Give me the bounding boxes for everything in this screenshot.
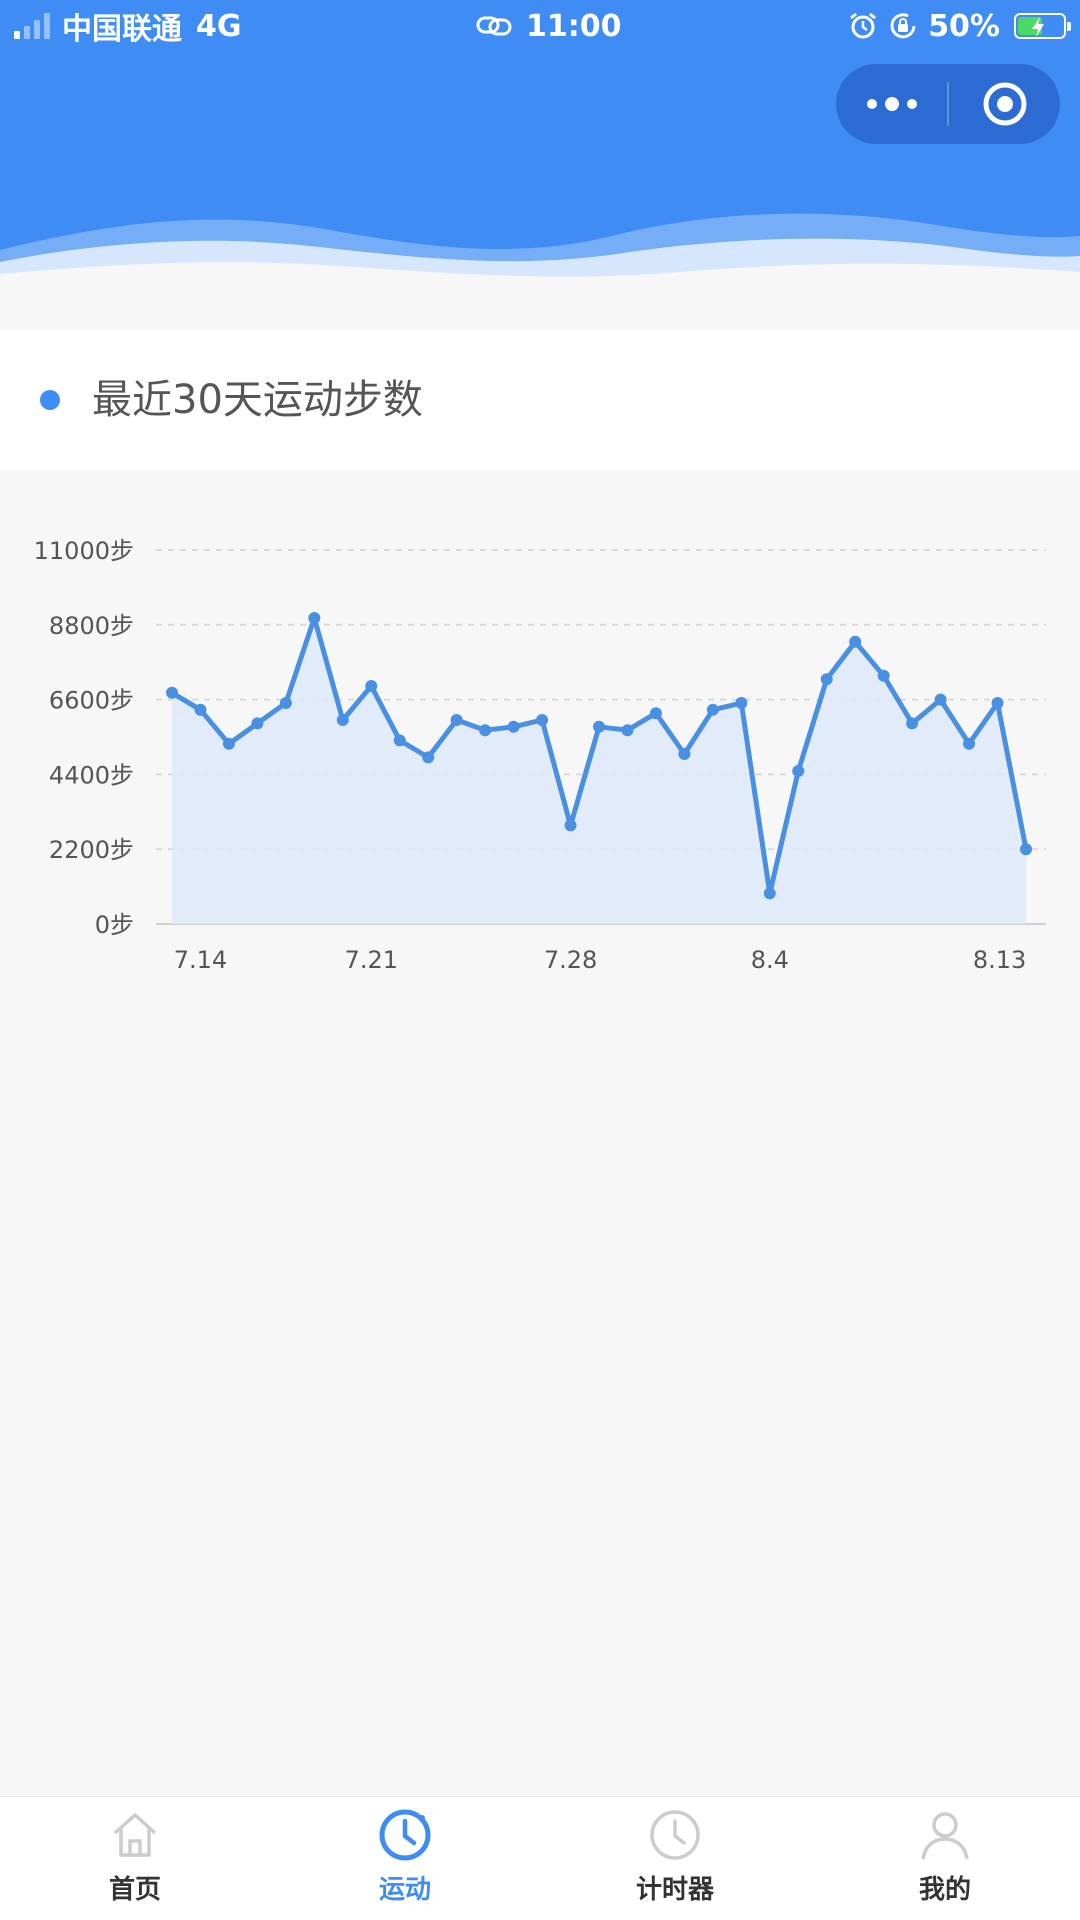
tab-home[interactable]: 首页	[0, 1797, 270, 1920]
tab-label: 运动	[378, 1875, 431, 1905]
x-tick-label: 7.14	[174, 946, 227, 974]
status-bar-right: 50%	[848, 8, 1071, 44]
data-point	[649, 707, 662, 720]
x-tick-label: 7.21	[345, 946, 398, 974]
steps-chart-svg: 0步 2200步 4400步 6600步 8800步 11000步 7.14 7.21 7.28…	[34, 537, 1046, 974]
app-root: 中国联通 4G 11:00 50% 最近30天运动步数 0步 2200步 440…	[0, 0, 1080, 1920]
tab-sport[interactable]: 运动	[270, 1797, 540, 1920]
mini-program-capsule	[836, 64, 1060, 144]
y-tick-label: 6600步	[49, 687, 134, 715]
data-point	[735, 697, 748, 709]
data-point	[934, 693, 947, 706]
home-icon	[113, 1813, 157, 1857]
data-point	[763, 887, 776, 900]
data-point	[336, 714, 349, 726]
data-point	[906, 717, 919, 730]
close-button[interactable]	[949, 64, 1060, 144]
header-banner: 中国联通 4G 11:00 50%	[0, 0, 1080, 330]
data-point	[393, 734, 406, 747]
y-tick-label: 8800步	[49, 612, 134, 640]
data-point	[678, 748, 691, 760]
tab-label: 首页	[108, 1875, 161, 1905]
wave-decoration	[0, 213, 1080, 330]
x-tick-label: 7.28	[544, 946, 597, 974]
data-point	[849, 635, 862, 648]
signal-strength-icon	[14, 13, 50, 39]
data-point	[706, 703, 719, 716]
clock-icon	[379, 1809, 431, 1861]
data-point	[1020, 843, 1032, 856]
data-point	[365, 680, 378, 692]
data-point	[222, 737, 235, 750]
data-point	[279, 697, 292, 709]
network-type: 4G	[196, 8, 242, 44]
x-tick-label: 8.13	[973, 946, 1026, 974]
data-point	[877, 669, 890, 682]
link-icon	[476, 16, 512, 36]
tab-timer[interactable]: 计时器	[540, 1797, 810, 1920]
status-bar-left: 中国联通 4G	[14, 8, 242, 47]
timer-icon	[650, 1810, 700, 1860]
more-dots-icon	[866, 97, 917, 111]
battery-percent: 50%	[928, 8, 1000, 44]
data-point	[593, 720, 605, 733]
rotation-lock-icon	[890, 13, 916, 39]
status-bar-center: 11:00	[476, 8, 622, 44]
y-tick-label: 2200步	[49, 836, 134, 864]
x-tick-label: 8.4	[751, 946, 789, 974]
data-point	[963, 737, 976, 750]
tab-profile[interactable]: 我的	[810, 1797, 1080, 1920]
y-tick-label: 0步	[95, 911, 134, 939]
tab-label: 计时器	[635, 1875, 714, 1905]
data-point	[479, 724, 492, 737]
data-point	[166, 686, 178, 699]
carrier-name: 中国联通	[62, 12, 182, 47]
y-tick-label: 11000步	[34, 537, 134, 565]
battery-icon	[1014, 13, 1071, 39]
data-point	[792, 765, 805, 777]
status-bar: 中国联通 4G 11:00 50%	[0, 0, 1080, 52]
more-button[interactable]	[836, 64, 947, 144]
data-point	[564, 819, 577, 832]
status-time: 11:00	[526, 8, 622, 44]
data-point	[991, 697, 1004, 709]
section-title: 最近30天运动步数	[92, 377, 423, 423]
section-dot-icon	[40, 390, 60, 410]
user-icon	[921, 1812, 969, 1860]
tab-label: 我的	[918, 1875, 971, 1905]
data-point	[450, 714, 463, 726]
section-header: 最近30天运动步数	[0, 330, 1080, 470]
data-point	[194, 703, 207, 716]
data-point	[251, 717, 264, 730]
data-point	[820, 673, 833, 686]
data-point	[507, 720, 520, 733]
alarm-icon	[850, 12, 877, 39]
tab-bar: 首页 运动 计时器 我的	[0, 1796, 1080, 1920]
data-point	[422, 751, 435, 764]
data-point	[536, 714, 549, 726]
target-circle-icon	[983, 82, 1026, 126]
y-tick-label: 4400步	[49, 761, 134, 789]
data-point	[308, 612, 321, 624]
data-point	[621, 724, 634, 737]
steps-chart: 0步 2200步 4400步 6600步 8800步 11000步 7.14 7.21 7.28…	[0, 470, 1080, 1010]
